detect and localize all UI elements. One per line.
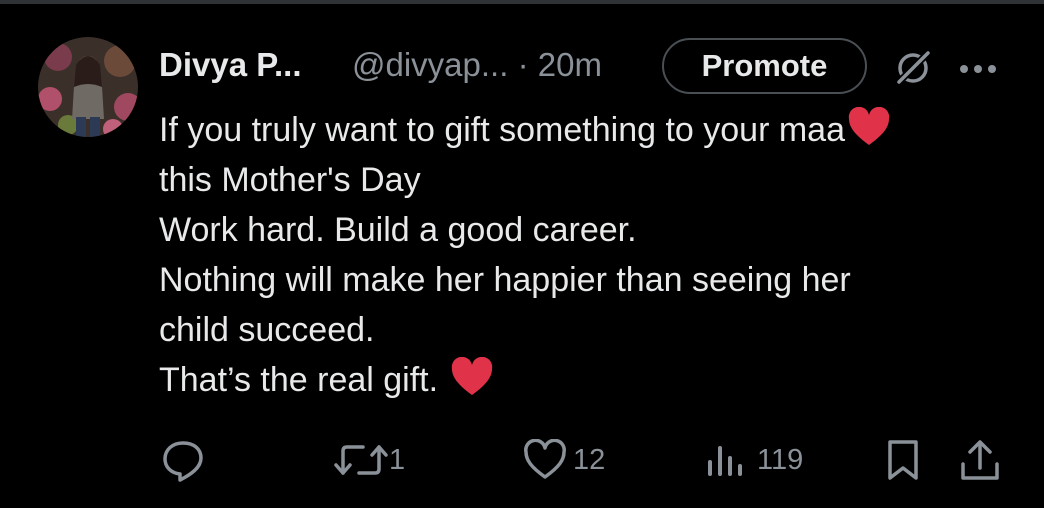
action-bar: 1 12 119	[0, 430, 1044, 490]
tweet-line: Work hard. Build a good career.	[159, 211, 637, 249]
views-icon	[705, 440, 745, 480]
like-button[interactable]: 12	[523, 430, 605, 490]
reply-button[interactable]	[160, 430, 212, 490]
bookmark-button[interactable]	[885, 430, 921, 490]
tweet-text: If you truly want to gift something to y…	[159, 105, 1019, 405]
tweet-line: this Mother's Day	[159, 161, 421, 199]
share-icon	[959, 438, 1001, 482]
tweet-header: Divya P... @divyap... · 20m Promote	[159, 38, 1004, 94]
retweet-icon	[333, 437, 389, 483]
retweet-button[interactable]: 1	[333, 430, 405, 490]
grok-icon[interactable]	[894, 49, 932, 87]
author-handle-and-time[interactable]: @divyap... · 20m	[352, 46, 602, 84]
more-icon[interactable]	[958, 62, 998, 74]
like-icon	[523, 439, 567, 481]
avatar[interactable]	[38, 37, 138, 137]
tweet-line: That’s the real gift.	[159, 355, 1019, 405]
tweet-line: child succeed.	[159, 311, 375, 349]
retweet-count: 1	[389, 443, 406, 476]
author-name[interactable]: Divya P...	[159, 46, 302, 84]
timestamp[interactable]: · 20m	[518, 46, 602, 83]
share-button[interactable]	[959, 430, 1001, 490]
views-count: 119	[757, 443, 804, 476]
author-handle[interactable]: @divyap...	[352, 46, 508, 83]
views-button[interactable]: 119	[705, 430, 803, 490]
red-heart-icon	[847, 106, 891, 147]
promote-button[interactable]: Promote	[662, 38, 867, 94]
red-heart-icon	[450, 356, 494, 397]
bookmark-icon	[885, 438, 921, 482]
top-divider	[0, 0, 1044, 4]
tweet-line: Nothing will make her happier than seein…	[159, 261, 851, 299]
like-count: 12	[573, 443, 606, 476]
tweet-line: If you truly want to gift something to y…	[159, 105, 1019, 155]
reply-icon	[160, 437, 206, 483]
